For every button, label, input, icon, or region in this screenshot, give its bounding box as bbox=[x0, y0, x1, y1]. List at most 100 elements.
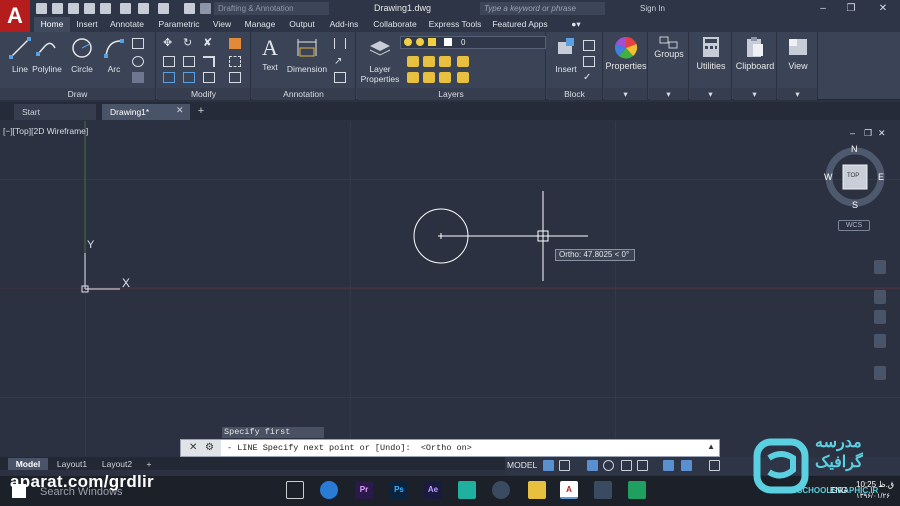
layer-on-icon[interactable] bbox=[404, 38, 412, 46]
table-icon[interactable] bbox=[334, 72, 346, 83]
arc-button[interactable]: Arc bbox=[96, 34, 132, 78]
gradient-icon[interactable] bbox=[132, 72, 144, 83]
leader-icon[interactable]: ↗ bbox=[334, 56, 346, 67]
polar-icon[interactable] bbox=[603, 460, 614, 471]
layer-match-icon[interactable] bbox=[457, 56, 469, 67]
wcs-menu[interactable]: WCS bbox=[838, 220, 870, 231]
tab-output[interactable]: Output bbox=[284, 17, 320, 32]
app-logo[interactable]: A bbox=[0, 0, 30, 32]
tab-featured-apps[interactable]: Featured Apps bbox=[490, 17, 550, 32]
explode-icon[interactable] bbox=[229, 56, 241, 67]
properties-panel[interactable]: Properties ▾ bbox=[604, 32, 648, 100]
rectangle-icon[interactable] bbox=[132, 38, 144, 49]
circle-button[interactable]: Circle bbox=[64, 34, 100, 78]
tab-annotate[interactable]: Annotate bbox=[106, 17, 148, 32]
after-effects-icon[interactable]: Ae bbox=[424, 481, 442, 499]
tab-view[interactable]: View bbox=[208, 17, 236, 32]
isodraft-icon[interactable] bbox=[621, 460, 632, 471]
create-block-icon[interactable] bbox=[583, 40, 595, 51]
hatch-icon[interactable] bbox=[132, 56, 144, 67]
layer-state-icon[interactable] bbox=[407, 56, 419, 67]
viewcube-top-face[interactable]: TOP bbox=[847, 173, 859, 179]
edit-attributes-icon[interactable]: ✓ bbox=[583, 72, 595, 83]
draw-panel-title[interactable]: Draw bbox=[0, 88, 155, 100]
text-button[interactable]: A Text bbox=[254, 34, 286, 78]
layer-walk-icon[interactable] bbox=[439, 72, 451, 83]
model-space-button[interactable]: MODEL bbox=[507, 460, 537, 470]
showmotion-icon[interactable] bbox=[874, 366, 886, 380]
polyline-button[interactable]: Polyline bbox=[30, 34, 64, 78]
clipboard-panel[interactable]: Clipboard ▾ bbox=[733, 32, 777, 100]
pan-icon[interactable] bbox=[874, 290, 886, 304]
linear-dim-icon[interactable] bbox=[334, 38, 346, 49]
obs-icon[interactable] bbox=[492, 481, 510, 499]
viewport-close-icon[interactable]: ✕ bbox=[878, 128, 886, 139]
edit-block-icon[interactable] bbox=[583, 56, 595, 67]
tab-add-ins[interactable]: Add-ins bbox=[324, 17, 364, 32]
snap-icon[interactable] bbox=[559, 460, 570, 471]
mirror-icon[interactable] bbox=[183, 56, 195, 67]
sticky-notes-icon[interactable] bbox=[528, 481, 546, 499]
layer-properties-button[interactable]: Layer Properties bbox=[359, 34, 401, 84]
annotation-scale-icon[interactable] bbox=[709, 460, 720, 471]
modify-panel-title[interactable]: Modify bbox=[157, 88, 250, 100]
layers-panel-title[interactable]: Layers bbox=[357, 88, 545, 100]
search-input[interactable]: Type a keyword or phrase bbox=[480, 2, 605, 15]
viewport-minimize-icon[interactable]: – bbox=[850, 128, 855, 138]
layer-freeze-icon[interactable] bbox=[423, 56, 435, 67]
erase-icon[interactable] bbox=[229, 38, 241, 49]
task-view-icon[interactable] bbox=[286, 481, 304, 499]
layer-isolate-icon[interactable] bbox=[407, 72, 419, 83]
language-indicator[interactable]: ENG bbox=[830, 486, 847, 495]
clock-time[interactable]: 10:25 ق.ظ bbox=[856, 480, 894, 489]
command-history-toggle-icon[interactable]: ▲ bbox=[707, 442, 715, 451]
offset-icon[interactable] bbox=[229, 72, 241, 83]
compass-n[interactable]: N bbox=[851, 144, 858, 154]
minimize-icon[interactable]: – bbox=[812, 0, 834, 17]
rotate-icon[interactable]: ↻ bbox=[183, 38, 195, 49]
tab-collaborate[interactable]: Collaborate bbox=[368, 17, 422, 32]
save-as-icon[interactable] bbox=[84, 3, 95, 14]
add-layout-button[interactable]: + bbox=[142, 458, 156, 470]
annotation-panel-title[interactable]: Annotation bbox=[252, 88, 355, 100]
insert-button[interactable]: Insert bbox=[549, 34, 583, 78]
dimension-button[interactable]: Dimension bbox=[284, 34, 330, 78]
customize-wrench-icon[interactable]: ⚙ bbox=[205, 442, 214, 453]
premiere-icon[interactable]: Pr bbox=[355, 481, 373, 499]
object-snap-tracking-icon[interactable] bbox=[637, 460, 648, 471]
tab-model[interactable]: Model bbox=[8, 458, 48, 470]
trim-icon[interactable]: ✘ bbox=[203, 38, 215, 49]
layer-unlock-icon[interactable] bbox=[428, 38, 436, 46]
tab-insert[interactable]: Insert bbox=[72, 17, 102, 32]
layer-lock-icon[interactable] bbox=[439, 56, 451, 67]
viewcube[interactable]: N S E W TOP bbox=[822, 144, 888, 214]
scale-icon[interactable] bbox=[183, 72, 195, 83]
groups-expand-icon[interactable]: ▾ bbox=[649, 88, 688, 100]
ribbon-options-icon[interactable]: ●▾ bbox=[566, 17, 586, 32]
zoom-extents-icon[interactable] bbox=[874, 310, 886, 324]
tab-layout2[interactable]: Layout2 bbox=[96, 458, 138, 470]
tab-manage[interactable]: Manage bbox=[240, 17, 280, 32]
lineweight-icon[interactable] bbox=[681, 460, 692, 471]
new-file-icon[interactable] bbox=[36, 3, 47, 14]
layer-color-swatch[interactable] bbox=[444, 38, 452, 46]
fillet-icon[interactable] bbox=[203, 56, 215, 67]
new-tab-button[interactable]: + bbox=[194, 104, 208, 118]
clock-date[interactable]: ۱۳۹۶/۰۱/۲۶ bbox=[856, 492, 890, 500]
tab-express-tools[interactable]: Express Tools bbox=[426, 17, 484, 32]
utilities-panel[interactable]: Utilities ▾ bbox=[690, 32, 732, 100]
tab-layout1[interactable]: Layout1 bbox=[52, 458, 92, 470]
utilities-expand-icon[interactable]: ▾ bbox=[690, 88, 731, 100]
move-icon[interactable]: ✥ bbox=[163, 38, 175, 49]
chrome-icon[interactable] bbox=[320, 481, 338, 499]
camtasia-recorder-icon[interactable] bbox=[628, 481, 646, 499]
open-file-icon[interactable] bbox=[52, 3, 63, 14]
compass-w[interactable]: W bbox=[824, 172, 833, 182]
layer-thaw-icon[interactable] bbox=[416, 38, 424, 46]
compass-e[interactable]: E bbox=[878, 172, 884, 182]
tab-parametric[interactable]: Parametric bbox=[154, 17, 204, 32]
array-icon[interactable] bbox=[203, 72, 215, 83]
print-icon[interactable] bbox=[120, 3, 131, 14]
close-tab-icon[interactable]: ✕ bbox=[176, 105, 184, 116]
block-panel-title[interactable]: Block bbox=[547, 88, 602, 100]
